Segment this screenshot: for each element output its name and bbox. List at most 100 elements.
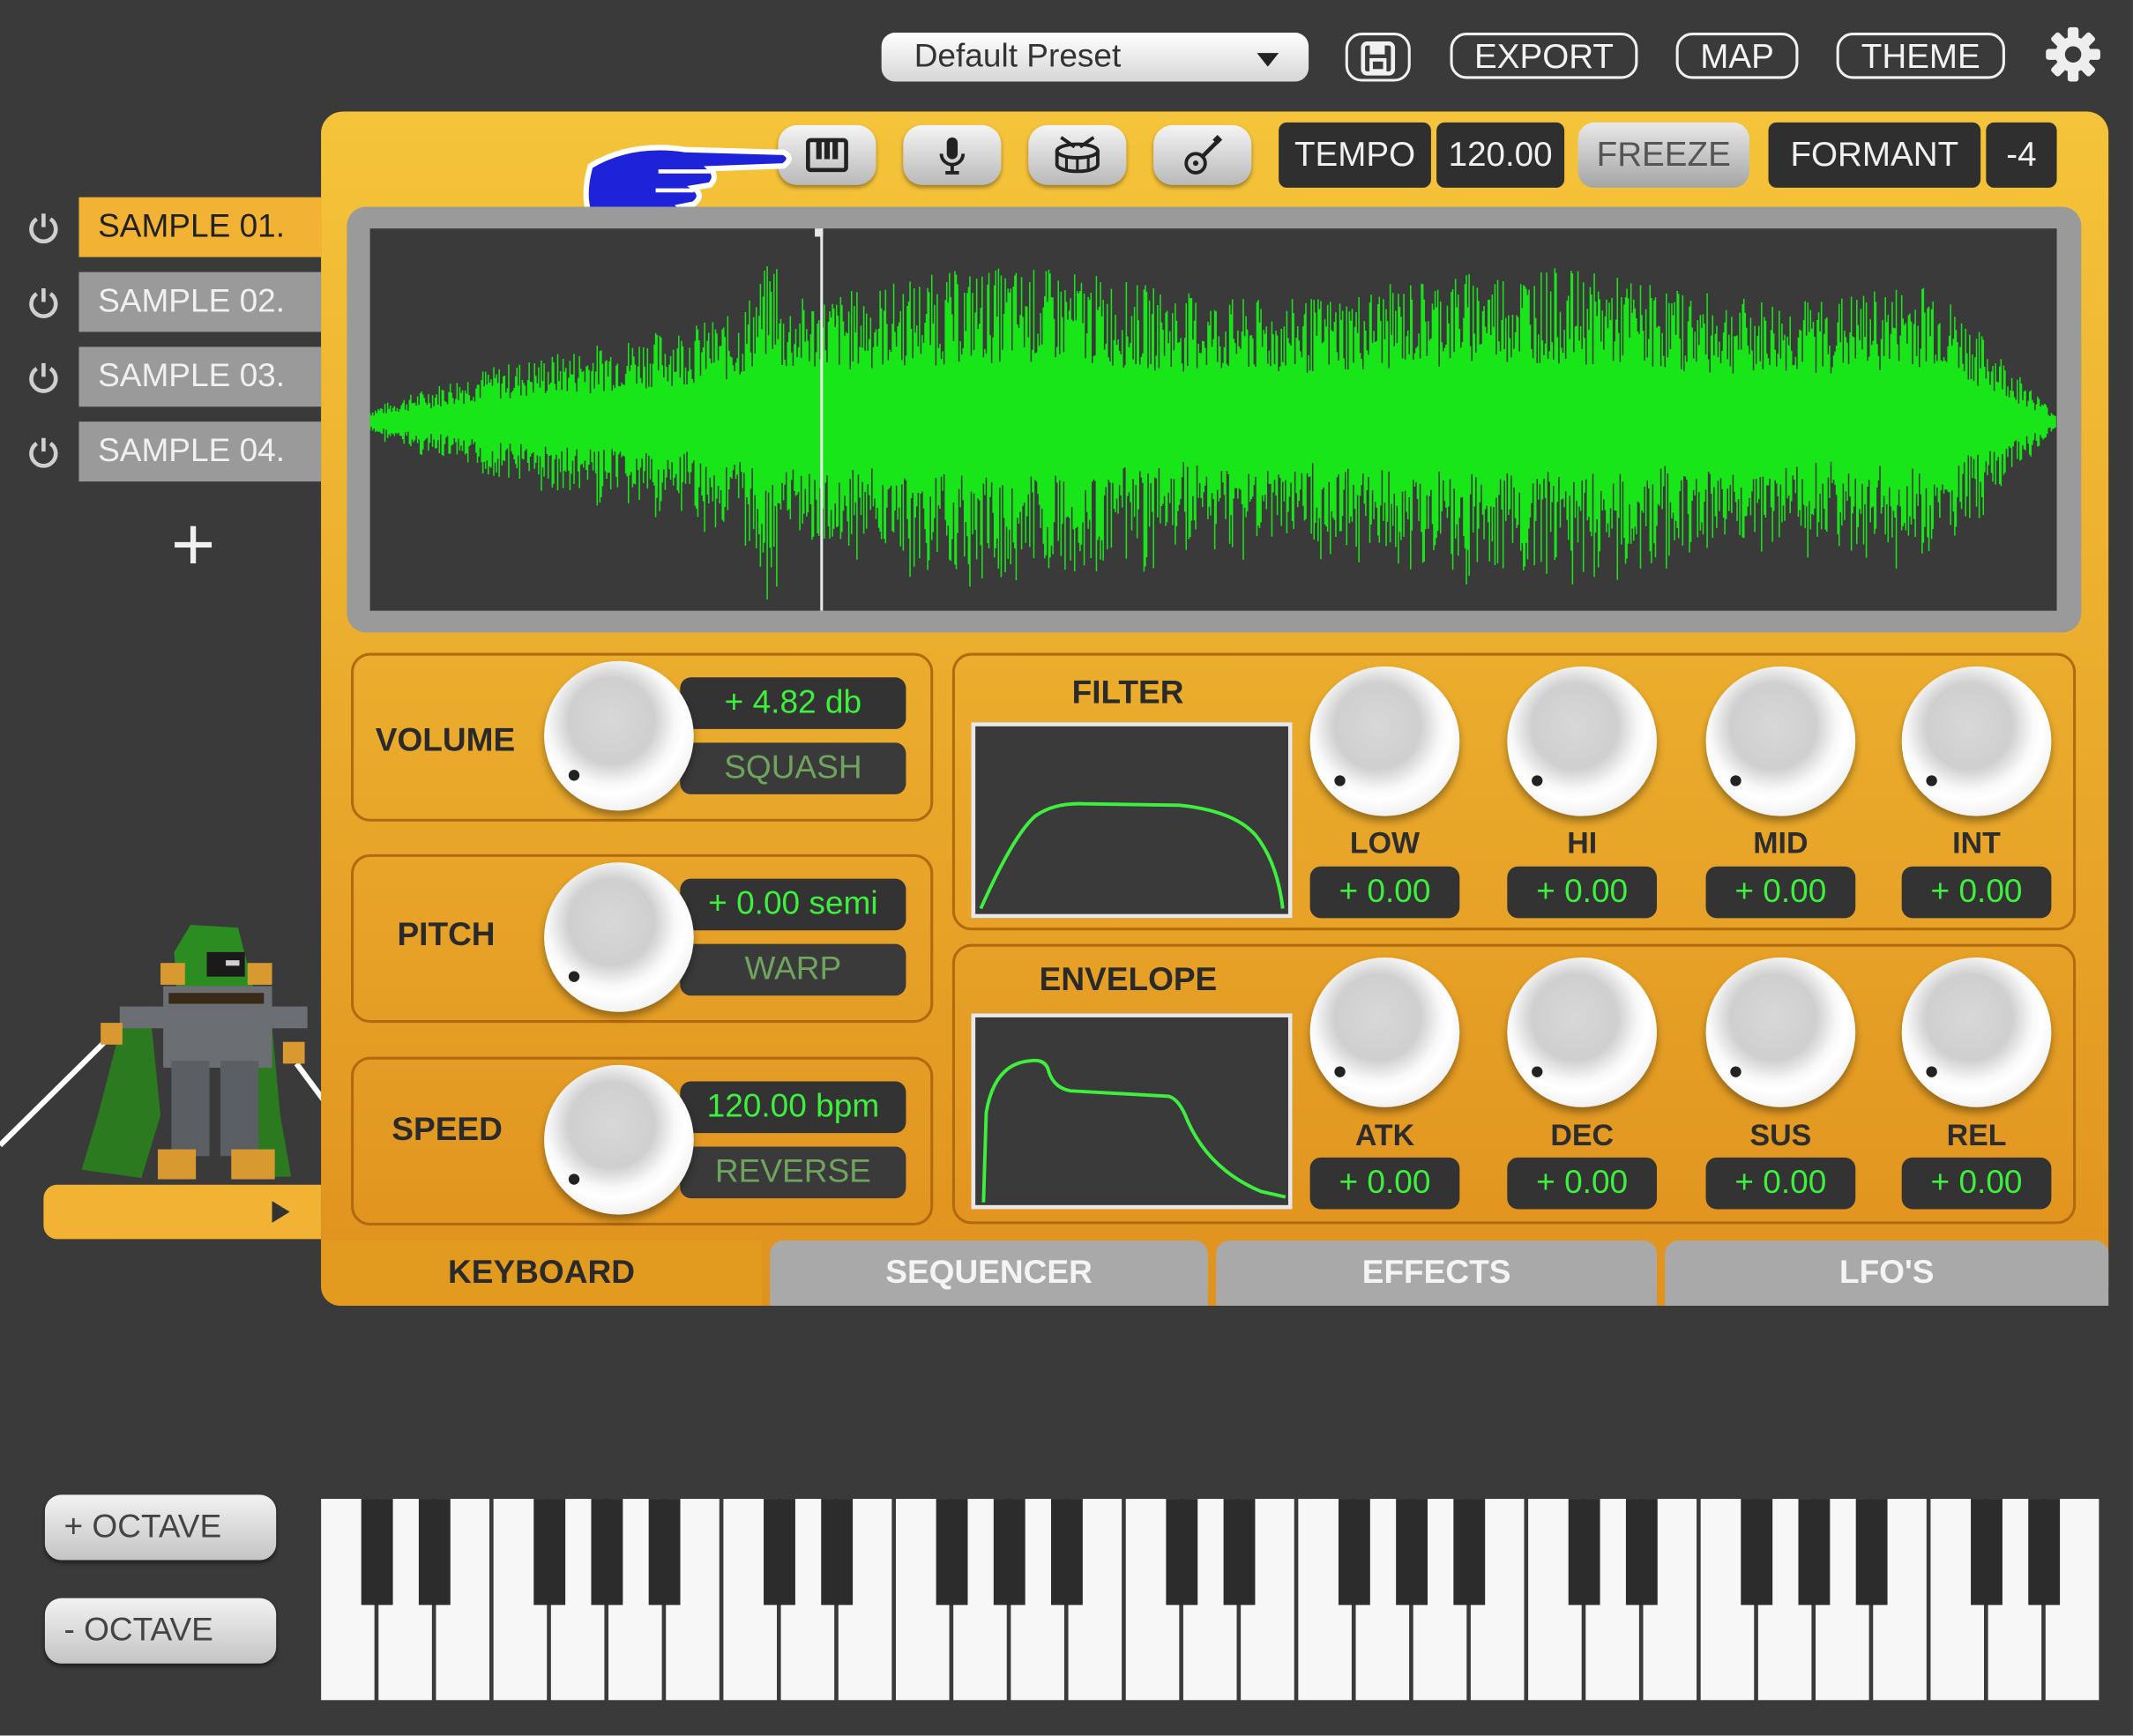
waveform-display[interactable] xyxy=(369,228,2057,611)
export-button[interactable]: EXPORT xyxy=(1450,33,1638,79)
octave-up-button[interactable]: + OCTAVE xyxy=(44,1494,277,1561)
envelope-curve-display[interactable] xyxy=(971,1013,1293,1210)
character-sprite xyxy=(0,925,370,1180)
sample-item[interactable]: SAMPLE 01. xyxy=(78,197,322,257)
filter-curve-display[interactable] xyxy=(971,722,1293,919)
black-key[interactable] xyxy=(361,1499,393,1606)
theme-button[interactable]: THEME xyxy=(1836,33,2005,79)
mid-knob[interactable] xyxy=(1705,666,1856,816)
power-icon[interactable] xyxy=(25,359,63,397)
volume-label: VOLUME xyxy=(375,722,516,759)
octave-down-button[interactable]: - OCTAVE xyxy=(44,1598,277,1664)
waveform xyxy=(369,266,2056,600)
pitch-value[interactable]: + 0.00 semi xyxy=(680,878,906,931)
low-value[interactable]: + 0.00 xyxy=(1309,866,1460,919)
black-key[interactable] xyxy=(936,1499,968,1606)
save-icon xyxy=(1361,41,1396,76)
sample-item[interactable]: SAMPLE 02. xyxy=(78,272,322,332)
playhead[interactable] xyxy=(820,228,824,611)
mid-value[interactable]: + 0.00 xyxy=(1705,866,1856,919)
guitar-mode-button[interactable] xyxy=(1153,124,1252,185)
atk-knob[interactable] xyxy=(1309,957,1460,1107)
tab-keyboard[interactable]: KEYBOARD xyxy=(321,1240,762,1306)
dec-value[interactable]: + 0.00 xyxy=(1507,1157,1658,1210)
envelope-title: ENVELOPE xyxy=(1039,961,1218,999)
black-key[interactable] xyxy=(1338,1499,1370,1606)
black-key[interactable] xyxy=(418,1499,451,1606)
black-key[interactable] xyxy=(1971,1499,2002,1606)
power-icon[interactable] xyxy=(25,284,63,322)
save-button[interactable] xyxy=(1345,33,1411,82)
play-icon[interactable] xyxy=(272,1201,290,1223)
reverse-button[interactable]: REVERSE xyxy=(680,1146,906,1199)
tab-effects[interactable]: EFFECTS xyxy=(1216,1240,1658,1306)
drum-mode-button[interactable] xyxy=(1028,124,1127,185)
formant-value[interactable]: -4 xyxy=(1986,122,2057,188)
chevron-down-icon xyxy=(1257,53,1279,67)
black-key[interactable] xyxy=(821,1499,854,1606)
black-key[interactable] xyxy=(533,1499,566,1606)
black-key[interactable] xyxy=(1625,1499,1658,1606)
preset-dropdown[interactable]: Default Preset xyxy=(881,33,1309,82)
playhead-handle[interactable] xyxy=(815,228,824,237)
black-key[interactable] xyxy=(764,1499,795,1606)
sample-item[interactable]: SAMPLE 04. xyxy=(78,421,322,482)
black-key[interactable] xyxy=(591,1499,623,1606)
filter-title: FILTER xyxy=(1071,674,1184,712)
hi-knob[interactable] xyxy=(1507,666,1658,816)
int-value[interactable]: + 0.00 xyxy=(1901,866,2052,919)
black-key[interactable] xyxy=(1223,1499,1256,1606)
app-window: Default Preset EXPORT MAP THEME SAMPLE 0… xyxy=(0,0,2133,1736)
map-button[interactable]: MAP xyxy=(1675,33,1799,79)
sample-player-bar xyxy=(43,1184,322,1240)
guitar-icon xyxy=(1184,134,1223,175)
mid-label: MID xyxy=(1753,825,1809,860)
microphone-icon xyxy=(939,137,966,175)
speed-label: SPEED xyxy=(392,1111,503,1149)
power-icon[interactable] xyxy=(25,434,63,472)
speed-value[interactable]: 120.00 bpm xyxy=(680,1081,906,1134)
hi-value[interactable]: + 0.00 xyxy=(1507,866,1658,919)
tempo-label: TEMPO xyxy=(1279,122,1431,188)
volume-value[interactable]: + 4.82 db xyxy=(680,677,906,729)
black-key[interactable] xyxy=(993,1499,1025,1606)
black-key[interactable] xyxy=(648,1499,681,1606)
pitch-knob[interactable] xyxy=(544,862,694,1012)
int-knob[interactable] xyxy=(1901,666,2052,816)
black-key[interactable] xyxy=(1453,1499,1486,1606)
rel-knob[interactable] xyxy=(1901,957,2052,1107)
sus-value[interactable]: + 0.00 xyxy=(1705,1157,1856,1210)
black-key[interactable] xyxy=(1166,1499,1198,1606)
low-knob[interactable] xyxy=(1309,666,1460,816)
envelope-curve xyxy=(981,1058,1287,1203)
hi-label: HI xyxy=(1567,825,1598,860)
black-key[interactable] xyxy=(1568,1499,1600,1606)
warp-button[interactable]: WARP xyxy=(680,943,906,996)
gear-icon[interactable] xyxy=(2045,26,2102,83)
sus-knob[interactable] xyxy=(1705,957,1856,1107)
microphone-mode-button[interactable] xyxy=(903,124,1002,185)
power-icon[interactable] xyxy=(25,210,63,248)
black-key[interactable] xyxy=(1798,1499,1831,1606)
keyboard-icon xyxy=(806,138,848,173)
drum-icon xyxy=(1055,136,1100,174)
add-sample-button[interactable]: + xyxy=(158,503,228,585)
black-key[interactable] xyxy=(1855,1499,1888,1606)
tab-sequencer[interactable]: SEQUENCER xyxy=(770,1240,1208,1306)
filter-curve xyxy=(979,801,1285,910)
freeze-button[interactable]: FREEZE xyxy=(1577,122,1749,188)
piano-keyboard[interactable] xyxy=(321,1499,2103,1701)
sample-item[interactable]: SAMPLE 03. xyxy=(78,346,322,407)
speed-knob[interactable] xyxy=(544,1064,694,1215)
black-key[interactable] xyxy=(1396,1499,1428,1606)
black-key[interactable] xyxy=(2028,1499,2061,1606)
rel-value[interactable]: + 0.00 xyxy=(1901,1157,2052,1210)
squash-button[interactable]: SQUASH xyxy=(680,742,906,794)
volume-knob[interactable] xyxy=(544,660,694,811)
tab-lfos[interactable]: LFO'S xyxy=(1665,1240,2109,1306)
dec-knob[interactable] xyxy=(1507,957,1658,1107)
black-key[interactable] xyxy=(1051,1499,1083,1606)
atk-value[interactable]: + 0.00 xyxy=(1309,1157,1460,1210)
tempo-value[interactable]: 120.00 xyxy=(1436,122,1565,188)
black-key[interactable] xyxy=(1741,1499,1773,1606)
